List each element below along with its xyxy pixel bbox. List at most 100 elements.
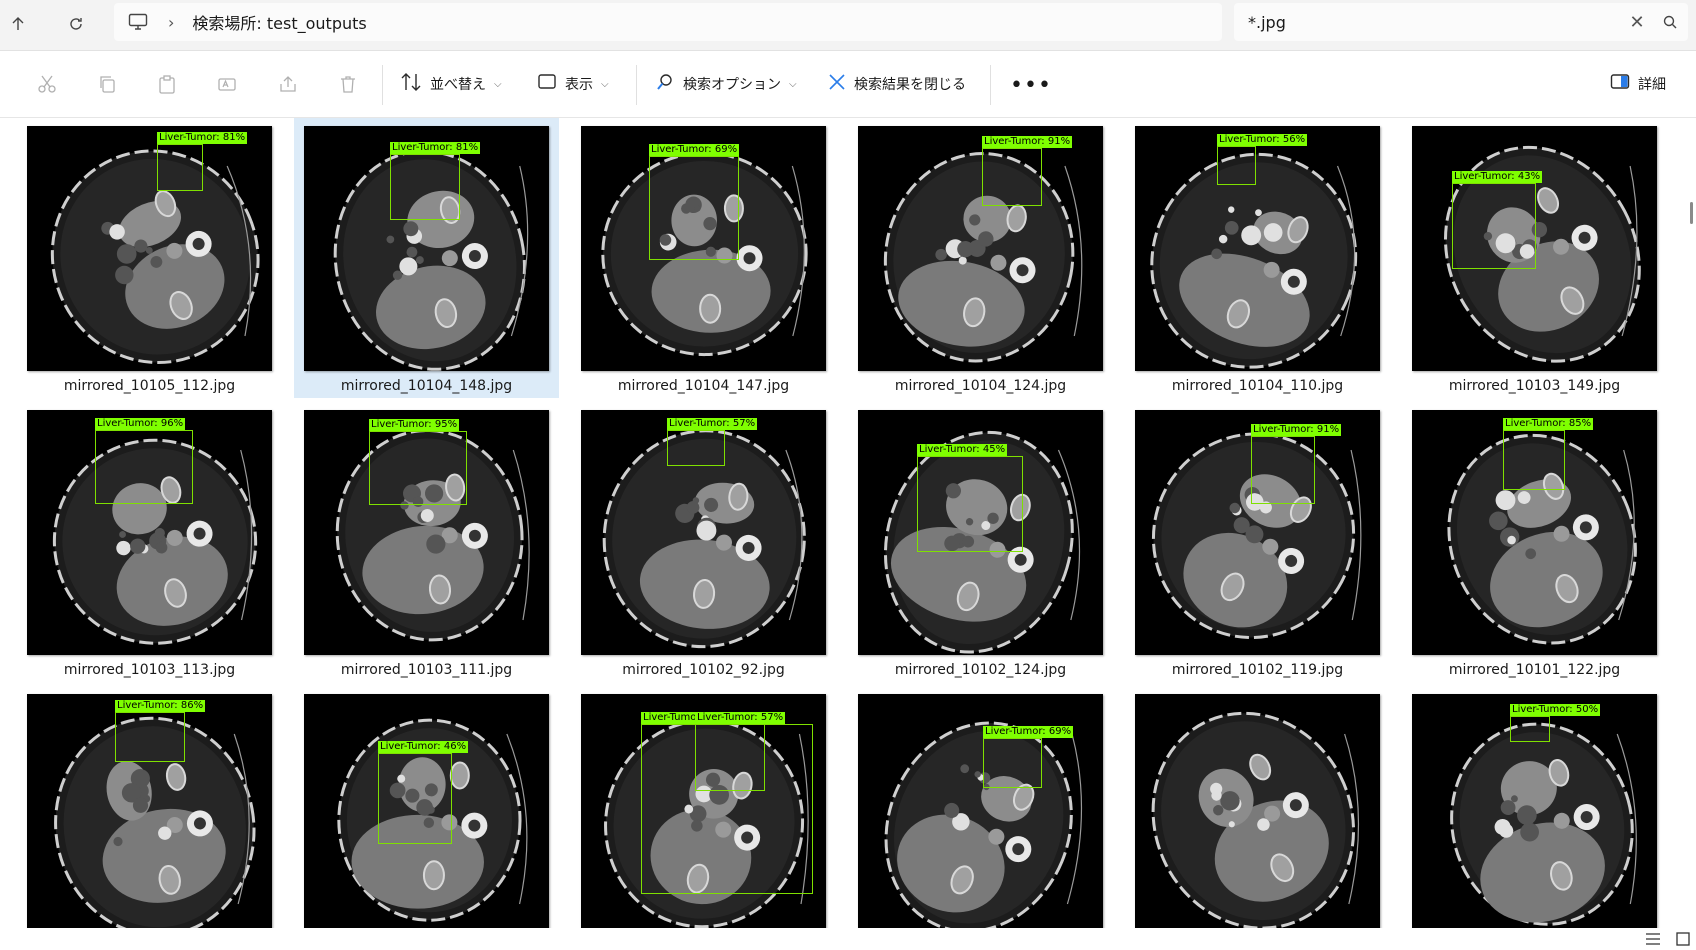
file-tile[interactable]: Liver-Tumor: 96% mirrored_10103_113.jpg	[17, 402, 282, 682]
paste-icon[interactable]	[155, 72, 179, 96]
file-tile[interactable]: Liver-Tumor: 69% mirrored_10104_147.jpg	[571, 118, 836, 398]
image-thumbnail[interactable]: Liver-Tumor: 50% Liver-Tumor: 57%	[581, 694, 826, 928]
clear-search-icon[interactable]: ✕	[1622, 12, 1652, 33]
image-thumbnail[interactable]: Liver-Tumor: 69%	[858, 694, 1103, 928]
file-tile[interactable]: Liver-Tumor: 43% mirrored_10103_149.jpg	[1402, 118, 1667, 398]
image-thumbnail[interactable]: Liver-Tumor: 95%	[304, 410, 549, 655]
search-options-button[interactable]: 検索オプション ⌵	[655, 68, 797, 100]
image-thumbnail[interactable]	[1135, 694, 1380, 928]
file-name: mirrored_10105_112.jpg	[63, 378, 236, 394]
up-arrow-icon[interactable]	[0, 6, 36, 42]
details-pane-label: 詳細	[1638, 77, 1666, 93]
detection-label: Liver-Tumor: 43%	[1452, 171, 1543, 183]
search-input[interactable]: *.jpg	[1248, 13, 1622, 32]
image-thumbnail[interactable]: Liver-Tumor: 57%	[581, 410, 826, 655]
share-icon[interactable]	[276, 72, 300, 96]
file-tile[interactable]	[1125, 686, 1390, 928]
file-name: mirrored_10104_148.jpg	[340, 378, 513, 394]
delete-icon[interactable]	[336, 72, 360, 96]
detection-box	[982, 148, 1042, 206]
file-tile[interactable]: Liver-Tumor: 57% mirrored_10102_92.jpg	[571, 402, 836, 682]
toolbar-separator	[636, 65, 637, 105]
file-tile[interactable]: Liver-Tumor: 46%	[294, 686, 559, 928]
image-thumbnail[interactable]: Liver-Tumor: 46%	[304, 694, 549, 928]
details-pane-button[interactable]: 詳細	[1610, 68, 1666, 100]
large-icons-view-icon[interactable]	[1674, 930, 1692, 948]
search-box[interactable]: *.jpg ✕	[1234, 3, 1688, 41]
detection-box	[667, 430, 725, 466]
image-thumbnail[interactable]: Liver-Tumor: 50%	[1412, 694, 1657, 928]
image-thumbnail[interactable]: Liver-Tumor: 96%	[27, 410, 272, 655]
detection-label: Liver-Tumor: 57%	[695, 712, 786, 724]
address-bar-row: › 検索場所: test_outputs *.jpg ✕	[0, 0, 1696, 51]
file-tile[interactable]: Liver-Tumor: 45% mirrored_10102_124.jpg	[848, 402, 1113, 682]
image-thumbnail[interactable]: Liver-Tumor: 91%	[858, 126, 1103, 371]
detection-box	[1510, 716, 1550, 742]
rename-icon[interactable]	[215, 72, 239, 96]
file-tile[interactable]: Liver-Tumor: 91% mirrored_10102_119.jpg	[1125, 402, 1390, 682]
detection-box	[95, 430, 193, 504]
file-tile[interactable]: Liver-Tumor: 81% mirrored_10105_112.jpg	[17, 118, 282, 398]
sort-label: 並べ替え	[430, 77, 486, 93]
file-tile[interactable]: Liver-Tumor: 85% mirrored_10101_122.jpg	[1402, 402, 1667, 682]
file-name: mirrored_10104_147.jpg	[617, 378, 790, 394]
file-name: mirrored_10103_111.jpg	[340, 662, 513, 678]
close-search-button[interactable]: 検索結果を閉じる	[828, 68, 966, 100]
detection-label: Liver-Tumor: 57%	[667, 418, 758, 430]
file-tile[interactable]: Liver-Tumor: 50%	[1402, 686, 1667, 928]
detection-box	[390, 154, 460, 220]
chevron-right-icon[interactable]: ›	[168, 13, 174, 32]
file-tile[interactable]: Liver-Tumor: 56% mirrored_10104_110.jpg	[1125, 118, 1390, 398]
file-tile[interactable]: Liver-Tumor: 50% Liver-Tumor: 57%	[571, 686, 836, 928]
image-thumbnail[interactable]: Liver-Tumor: 91%	[1135, 410, 1380, 655]
sort-icon	[400, 72, 422, 96]
file-tile[interactable]: Liver-Tumor: 69%	[848, 686, 1113, 928]
image-thumbnail[interactable]: Liver-Tumor: 56%	[1135, 126, 1380, 371]
search-options-label: 検索オプション	[683, 77, 781, 93]
address-path: 検索場所: test_outputs	[192, 14, 367, 33]
search-options-icon	[655, 72, 675, 96]
command-bar: 並べ替え ⌵ 表示 ⌵ 検索オプション ⌵ 検索結果を閉じる ••• 詳細	[0, 51, 1696, 118]
detection-label: Liver-Tumor: 45%	[917, 444, 1008, 456]
detection-box	[115, 712, 185, 762]
detection-label: Liver-Tumor: 85%	[1503, 418, 1594, 430]
image-thumbnail[interactable]: Liver-Tumor: 69%	[581, 126, 826, 371]
file-tile[interactable]: Liver-Tumor: 95% mirrored_10103_111.jpg	[294, 402, 559, 682]
file-tile[interactable]: Liver-Tumor: 91% mirrored_10104_124.jpg	[848, 118, 1113, 398]
detection-box	[917, 456, 1023, 552]
image-thumbnail[interactable]: Liver-Tumor: 81%	[304, 126, 549, 371]
vertical-scrollbar[interactable]	[1688, 118, 1696, 928]
file-name: mirrored_10102_92.jpg	[622, 662, 785, 678]
image-thumbnail[interactable]: Liver-Tumor: 85%	[1412, 410, 1657, 655]
file-name: mirrored_10103_113.jpg	[63, 662, 236, 678]
copy-icon[interactable]	[95, 72, 119, 96]
view-icon	[537, 73, 557, 95]
search-icon[interactable]	[1652, 15, 1688, 29]
detection-label: Liver-Tumor: 69%	[649, 144, 740, 156]
more-options-icon[interactable]: •••	[1010, 73, 1052, 98]
image-thumbnail[interactable]: Liver-Tumor: 43%	[1412, 126, 1657, 371]
detection-box	[983, 738, 1042, 788]
view-button[interactable]: 表示 ⌵	[537, 68, 609, 100]
toolbar-separator	[382, 65, 383, 105]
image-thumbnail[interactable]: Liver-Tumor: 81%	[27, 126, 272, 371]
chevron-down-icon: ⌵	[789, 78, 797, 90]
detection-box	[649, 156, 739, 260]
file-tile[interactable]: Liver-Tumor: 81% mirrored_10104_148.jpg	[294, 118, 559, 398]
sort-button[interactable]: 並べ替え ⌵	[400, 68, 502, 100]
detection-box	[369, 431, 467, 505]
scrollbar-thumb[interactable]	[1690, 202, 1693, 224]
image-thumbnail[interactable]: Liver-Tumor: 45%	[858, 410, 1103, 655]
image-thumbnail[interactable]: Liver-Tumor: 86%	[27, 694, 272, 928]
address-box[interactable]: › 検索場所: test_outputs	[114, 3, 1222, 41]
file-grid: Liver-Tumor: 81% mirrored_10105_112.jpg Li…	[0, 118, 1696, 928]
detection-box	[695, 724, 765, 791]
file-tile[interactable]: Liver-Tumor: 86%	[17, 686, 282, 928]
detection-box	[1452, 183, 1536, 269]
details-view-icon[interactable]	[1644, 930, 1662, 948]
chevron-down-icon: ⌵	[494, 78, 502, 90]
toolbar-separator	[990, 65, 991, 105]
detection-label: Liver-Tumor: 91%	[1251, 424, 1342, 436]
cut-icon[interactable]	[35, 72, 59, 96]
refresh-icon[interactable]	[58, 6, 94, 42]
